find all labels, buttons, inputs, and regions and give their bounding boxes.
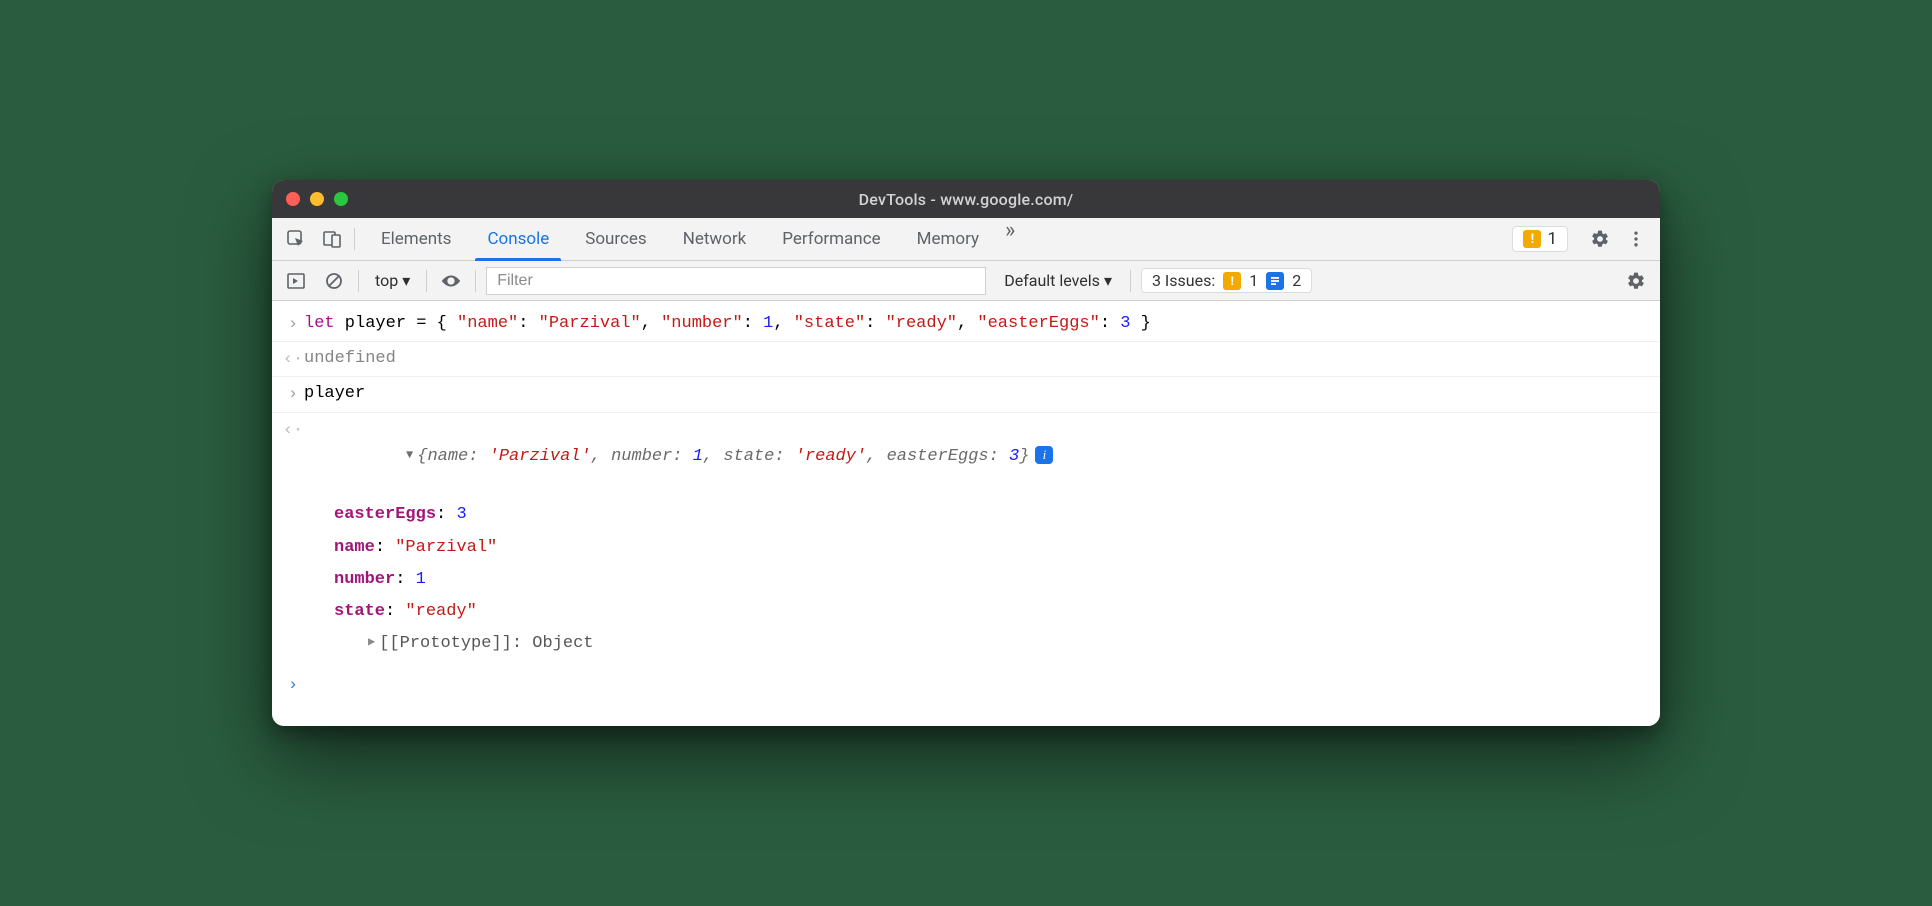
tab-label: Memory [917,229,979,249]
warning-icon: ! [1523,230,1541,248]
gear-icon[interactable] [1586,225,1614,253]
separator [354,228,355,250]
object-property[interactable]: easterEggs: 3 [334,499,1648,531]
minimize-icon[interactable] [310,192,324,206]
clear-console-icon[interactable] [320,267,348,295]
collapse-icon[interactable]: ▼ [406,446,413,465]
titlebar: DevTools - www.google.com/ [272,180,1660,218]
console-toolbar: top ▾ Default levels ▾ 3 Issues: ! 1 2 [272,261,1660,301]
output-prompt-icon: ‹· [282,416,304,498]
issues-chip[interactable]: 3 Issues: ! 1 2 [1141,268,1312,293]
chevron-down-icon: ▾ [1104,271,1112,290]
object-property[interactable]: state: "ready" [334,596,1648,628]
console-input-row[interactable]: › let player = { "name": "Parzival", "nu… [272,307,1660,342]
warnings-chip[interactable]: ! 1 [1512,226,1568,252]
console-code: player [304,380,1648,407]
console-empty-prompt[interactable]: › [272,668,1660,702]
object-properties: easterEggs: 3 name: "Parzival" number: 1… [282,497,1648,664]
sidebar-toggle-icon[interactable] [282,267,310,295]
inspect-element-icon[interactable] [282,225,310,253]
separator [475,270,476,292]
console-result: undefined [304,345,1648,372]
input-prompt-icon: › [282,671,304,699]
console-settings-gear-icon[interactable] [1622,267,1650,295]
tab-label: Performance [782,229,880,249]
expand-icon[interactable]: ▶ [368,631,375,654]
tab-sources[interactable]: Sources [567,218,664,260]
output-prompt-icon: ‹· [282,345,304,373]
zoom-icon[interactable] [334,192,348,206]
tab-performance[interactable]: Performance [764,218,898,260]
separator [1130,270,1131,292]
input-prompt-icon: › [282,380,304,408]
tab-label: Elements [381,229,451,249]
tab-elements[interactable]: Elements [363,218,469,260]
console-output-row: ‹· ▼{name: 'Parzival', number: 1, state:… [272,413,1660,668]
warning-icon: ! [1223,272,1241,290]
issues-warn-count: 1 [1249,271,1258,290]
more-tabs-icon[interactable]: » [997,218,1023,260]
live-expression-icon[interactable] [437,267,465,295]
window-title: DevTools - www.google.com/ [272,190,1660,209]
input-prompt-icon: › [282,310,304,338]
object-property[interactable]: name: "Parzival" [334,532,1648,564]
log-levels-dropdown[interactable]: Default levels ▾ [996,269,1120,292]
object-prototype[interactable]: ▶[[Prototype]]: Object [334,628,1648,660]
tab-label: Console [487,229,549,249]
panel-tabs: Elements Console Sources Network Perform… [363,218,1023,260]
info-icon[interactable]: i [1035,446,1053,464]
issues-info-count: 2 [1292,271,1301,290]
context-label: top [375,271,398,290]
chevron-down-icon: ▾ [402,271,410,290]
object-summary[interactable]: ▼{name: 'Parzival', number: 1, state: 'r… [304,416,1648,498]
console-output: › let player = { "name": "Parzival", "nu… [272,301,1660,726]
tab-console[interactable]: Console [469,218,567,260]
close-icon[interactable] [286,192,300,206]
device-toolbar-icon[interactable] [318,225,346,253]
info-icon [1266,272,1284,290]
object-property[interactable]: number: 1 [334,564,1648,596]
main-tabbar: Elements Console Sources Network Perform… [272,218,1660,261]
console-code: let player = { "name": "Parzival", "numb… [304,310,1648,337]
tab-label: Network [683,229,747,249]
issues-label: 3 Issues: [1152,271,1215,290]
levels-label: Default levels [1004,271,1100,290]
kebab-menu-icon[interactable] [1622,225,1650,253]
console-output-row: ‹· undefined [272,342,1660,377]
tab-memory[interactable]: Memory [899,218,997,260]
separator [358,270,359,292]
warnings-count: 1 [1547,229,1557,249]
filter-input[interactable] [486,267,986,295]
separator [426,270,427,292]
context-dropdown[interactable]: top ▾ [369,269,416,292]
traffic-lights [286,192,348,206]
console-input-row[interactable]: › player [272,377,1660,412]
devtools-window: DevTools - www.google.com/ Elements Cons… [272,180,1660,726]
tab-network[interactable]: Network [665,218,765,260]
tab-label: Sources [585,229,646,249]
